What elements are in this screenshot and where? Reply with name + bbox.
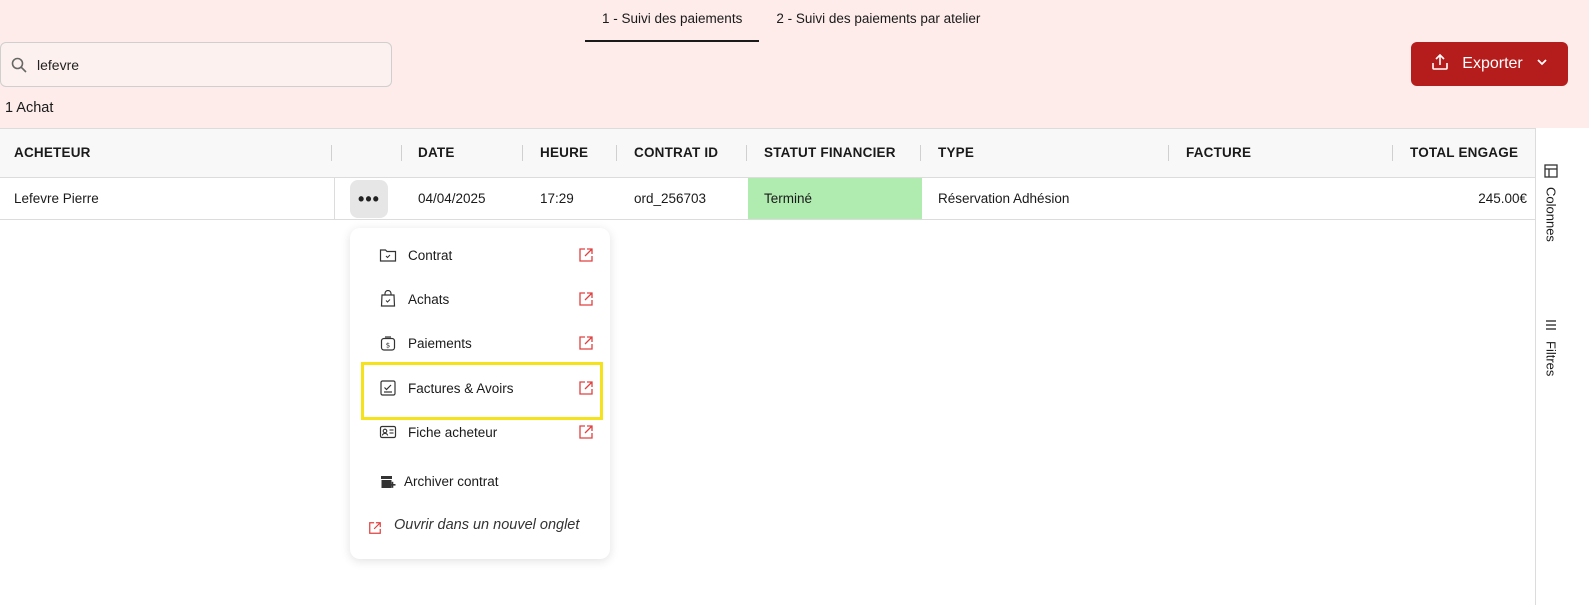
menu-item-archiver-contrat[interactable]: Archiver contrat xyxy=(350,460,610,504)
column-header-contrat-id[interactable]: CONTRAT ID xyxy=(634,129,718,177)
open-new-tab-label: Ouvrir dans un nouvel onglet xyxy=(394,517,580,533)
cell-total-engage: 245.00€ xyxy=(1478,191,1527,206)
external-link-icon xyxy=(368,521,382,540)
cell-contrat-id: ord_256703 xyxy=(634,191,707,206)
filters-panel-toggle[interactable]: Filtres xyxy=(1536,318,1566,376)
menu-item-label: Paiements xyxy=(408,336,472,351)
row-context-menu: Contrat Achats $ Paiements Factures & Av… xyxy=(350,228,610,559)
chevron-down-icon xyxy=(1535,55,1549,74)
invoice-check-icon xyxy=(379,379,397,397)
status-badge: Terminé xyxy=(748,178,922,219)
columns-label: Colonnes xyxy=(1543,187,1559,242)
external-link-icon[interactable] xyxy=(578,247,594,263)
folder-check-icon xyxy=(379,246,397,264)
column-header-date[interactable]: DATE xyxy=(418,129,455,177)
search-input[interactable] xyxy=(37,56,367,73)
export-button-label: Exporter xyxy=(1462,55,1523,72)
tab-suivi-paiements[interactable]: 1 - Suivi des paiements xyxy=(585,0,760,42)
menu-item-label: Achats xyxy=(408,292,450,307)
menu-item-factures-avoirs[interactable]: Factures & Avoirs xyxy=(350,367,610,411)
money-bag-icon: $ xyxy=(379,334,397,352)
column-separator[interactable] xyxy=(522,145,523,161)
data-table: ACHETEUR DATE HEURE CONTRAT ID STATUT FI… xyxy=(0,128,1535,605)
export-button[interactable]: Exporter xyxy=(1411,42,1568,86)
column-separator[interactable] xyxy=(616,145,617,161)
column-separator[interactable] xyxy=(920,145,921,161)
column-separator[interactable] xyxy=(401,145,402,161)
column-header-statut-financier[interactable]: STATUT FINANCIER xyxy=(764,129,896,177)
column-separator[interactable] xyxy=(1392,145,1393,161)
id-card-icon xyxy=(379,423,397,441)
result-count: 1 Achat xyxy=(5,100,54,116)
filter-icon xyxy=(1544,318,1558,337)
filters-label: Filtres xyxy=(1543,341,1559,377)
column-header-heure[interactable]: HEURE xyxy=(540,129,588,177)
columns-icon xyxy=(1544,164,1558,183)
menu-item-label: Archiver contrat xyxy=(404,474,499,489)
menu-item-label: Factures & Avoirs xyxy=(408,381,514,396)
row-actions-button[interactable]: ••• xyxy=(350,180,388,218)
external-link-icon[interactable] xyxy=(578,291,594,307)
menu-item-label: Contrat xyxy=(408,248,453,263)
archive-add-icon xyxy=(380,474,398,492)
upload-icon xyxy=(1430,52,1450,77)
external-link-icon[interactable] xyxy=(578,335,594,351)
tab-bar: 1 - Suivi des paiements 2 - Suivi des pa… xyxy=(585,0,997,42)
cell-heure: 17:29 xyxy=(540,191,574,206)
cell-type: Réservation Adhésion xyxy=(938,191,1070,206)
side-panel: Colonnes Filtres xyxy=(1535,128,1589,605)
search-icon xyxy=(11,57,27,73)
tab-suivi-paiements-atelier[interactable]: 2 - Suivi des paiements par atelier xyxy=(759,0,997,42)
svg-text:$: $ xyxy=(386,342,390,350)
menu-item-contrat[interactable]: Contrat xyxy=(350,234,610,278)
column-header-type[interactable]: TYPE xyxy=(938,129,974,177)
table-header: ACHETEUR DATE HEURE CONTRAT ID STATUT FI… xyxy=(0,129,1535,178)
search-box[interactable] xyxy=(0,42,392,87)
menu-item-paiements[interactable]: $ Paiements xyxy=(350,322,610,366)
external-link-icon[interactable] xyxy=(578,424,594,440)
column-separator[interactable] xyxy=(1168,145,1169,161)
columns-panel-toggle[interactable]: Colonnes xyxy=(1536,164,1566,242)
external-link-icon[interactable] xyxy=(578,380,594,396)
cell-date: 04/04/2025 xyxy=(418,191,486,206)
table-row[interactable]: Lefevre Pierre ••• 04/04/2025 17:29 ord_… xyxy=(0,178,1535,220)
menu-item-label: Fiche acheteur xyxy=(408,425,498,440)
column-separator[interactable] xyxy=(746,145,747,161)
column-header-facture[interactable]: FACTURE xyxy=(1186,129,1251,177)
column-separator[interactable] xyxy=(331,145,332,161)
bag-check-icon xyxy=(379,289,397,308)
divider xyxy=(334,178,335,220)
menu-item-fiche-acheteur[interactable]: Fiche acheteur xyxy=(350,411,610,455)
cell-acheteur: Lefevre Pierre xyxy=(14,191,99,206)
column-header-acheteur[interactable]: ACHETEUR xyxy=(14,129,91,177)
column-header-total-engage[interactable]: TOTAL ENGAGE xyxy=(1410,129,1518,177)
menu-item-achats[interactable]: Achats xyxy=(350,278,610,322)
